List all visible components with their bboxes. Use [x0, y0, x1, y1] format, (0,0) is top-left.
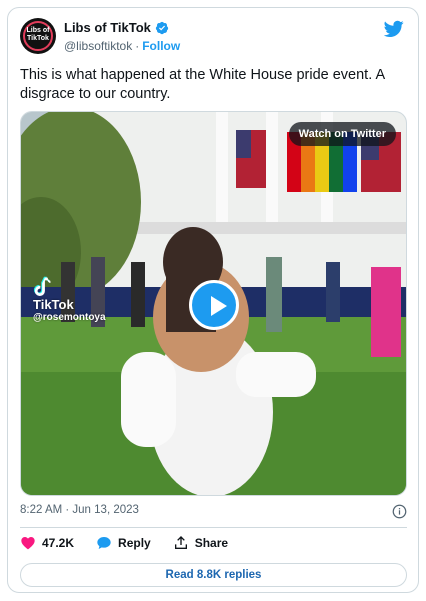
read-replies-button[interactable]: Read 8.8K replies: [20, 563, 407, 587]
video-player[interactable]: Watch on Twitter TikTok @rosemontoya: [20, 111, 407, 496]
twitter-bird-icon[interactable]: [384, 20, 404, 38]
tiktok-logo-icon: [33, 276, 51, 296]
tweet-text: This is what happened at the White House…: [20, 67, 385, 102]
tiktok-brand-label: TikTok: [33, 297, 74, 312]
author-block: Libs of TikTok @libsoftiktok · Follow: [64, 20, 180, 53]
tweet-timestamp[interactable]: 8:22 AM · Jun 13, 2023: [20, 504, 139, 516]
reply-button[interactable]: Reply: [96, 535, 151, 551]
separator-dot: ·: [135, 39, 140, 53]
avatar[interactable]: Libs of TikTok: [20, 18, 56, 54]
reply-bubble-icon: [97, 537, 111, 549]
play-button[interactable]: [189, 280, 239, 330]
author-display-name[interactable]: Libs of TikTok: [64, 20, 151, 35]
like-button[interactable]: 47.2K: [20, 535, 74, 551]
verified-badge-icon: [155, 21, 169, 34]
share-label: Share: [194, 536, 229, 550]
share-button[interactable]: Share: [173, 535, 228, 551]
author-handle[interactable]: @libsoftiktok: [64, 39, 132, 53]
like-count: 47.2K: [42, 536, 75, 550]
tiktok-watermark: TikTok @rosemontoya: [33, 274, 106, 323]
follow-button[interactable]: Follow: [142, 39, 180, 53]
divider: [20, 527, 407, 528]
info-icon[interactable]: [392, 504, 407, 519]
share-icon: [174, 536, 187, 549]
action-bar: 47.2K Reply Share: [20, 533, 250, 553]
watch-on-twitter-button[interactable]: Watch on Twitter: [288, 122, 396, 146]
tweet-card: Libs of TikTok Libs of TikTok @libsoftik…: [7, 7, 419, 593]
tweet-header: Libs of TikTok Libs of TikTok @libsoftik…: [20, 18, 406, 58]
play-icon: [211, 296, 227, 316]
avatar-logo-text: Libs of TikTok: [26, 27, 50, 42]
tweet-meta: 8:22 AM · Jun 13, 2023: [20, 504, 407, 520]
tiktok-username: @rosemontoya: [33, 312, 106, 323]
reply-label: Reply: [118, 536, 151, 550]
heart-icon: [21, 537, 35, 550]
